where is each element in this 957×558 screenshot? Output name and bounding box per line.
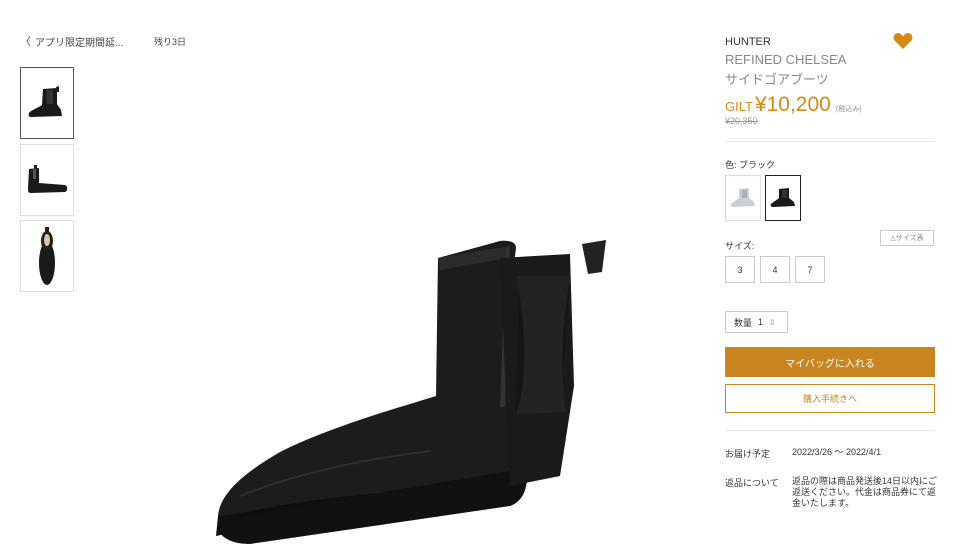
divider: [725, 141, 935, 142]
quantity-label: 数量: [734, 317, 753, 328]
add-to-bag-button[interactable]: マイバッグに入れる: [725, 347, 935, 377]
boot-back-image: [28, 165, 68, 193]
thumbnail-top-view[interactable]: [20, 220, 74, 292]
product-name-line2: サイドゴアブーツ: [725, 72, 829, 87]
returns-label: 返品について: [725, 478, 779, 488]
quantity-selector[interactable]: 数量 1 ⇕: [725, 311, 788, 333]
returns-value: 返品の際は商品発送後14日以内にご返送ください。代金は商品券にて返金いたします。: [792, 476, 937, 508]
sale-price: ¥10,200: [754, 93, 831, 116]
size-option-4[interactable]: 4: [760, 256, 790, 283]
delivery-value: 2022/3/26 ～ 2022/4/1: [792, 447, 882, 457]
size-label: サイズ:: [725, 241, 755, 251]
back-link[interactable]: 〈 アプリ限定期間延...: [20, 33, 123, 49]
thumbnail-back-view[interactable]: [20, 144, 74, 216]
main-product-image: [216, 240, 606, 544]
heart-icon[interactable]: [893, 32, 913, 50]
thumbnail-side-view[interactable]: [20, 67, 74, 139]
quantity-value: 1: [758, 317, 764, 327]
color-swatch-white[interactable]: [725, 175, 761, 221]
checkout-button[interactable]: 購入手続きへ: [725, 384, 935, 413]
color-label: 色: ブラック: [725, 160, 776, 170]
back-link-label: アプリ限定期間延...: [35, 37, 124, 49]
boot-side-image: [28, 86, 62, 117]
brand-name: HUNTER: [725, 36, 771, 48]
tax-note: (税込み): [835, 106, 862, 113]
size-option-3[interactable]: 3: [725, 256, 755, 283]
delivery-label: お届け予定: [725, 449, 771, 459]
color-swatch-black[interactable]: [765, 175, 801, 221]
size-chart-button[interactable]: △サイズ表: [880, 230, 934, 246]
chevron-left-icon: 〈: [20, 36, 31, 48]
boot-black-image: [770, 188, 795, 207]
original-price: ¥20,350: [725, 116, 758, 126]
boot-top-image: [39, 227, 55, 285]
divider: [725, 430, 935, 431]
boot-white-image: [730, 188, 755, 207]
size-option-7[interactable]: 7: [795, 256, 825, 283]
product-name-line1: REFINED CHELSEA: [725, 52, 847, 67]
stepper-icon: ⇕: [769, 317, 776, 327]
price-row: GILT ¥10,200 (税込み): [725, 93, 862, 117]
remaining-days: 残り3日: [154, 37, 187, 47]
price-label: GILT: [725, 99, 753, 114]
